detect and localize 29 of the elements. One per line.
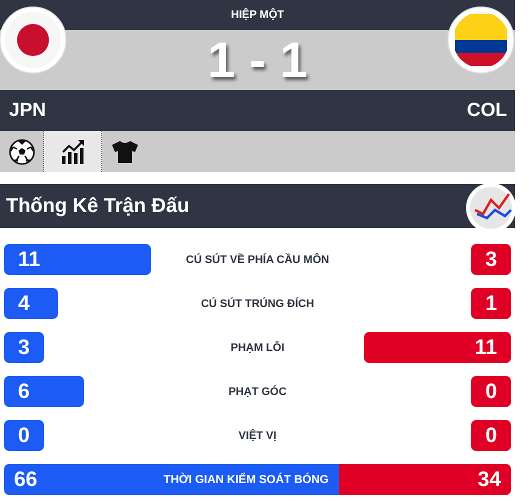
- stat-value: 66: [14, 468, 38, 492]
- soccer-ball-icon: [8, 138, 34, 164]
- stat-value: 34: [478, 468, 501, 492]
- team-code: JPN: [9, 100, 46, 122]
- away-stat-bar: 3: [470, 244, 511, 275]
- stat-label: CÚ SÚT VỀ PHÍA CẦU MÔN: [186, 254, 330, 266]
- home-stat-bar: 4: [4, 288, 58, 319]
- team-code: COL: [466, 100, 507, 122]
- shirt-icon: [111, 140, 139, 164]
- match-score: 1 - 1: [207, 31, 308, 89]
- bar-chart-icon: [60, 138, 84, 164]
- stats-title: Thống Kê Trận Đấu: [6, 194, 190, 218]
- away-stat-bar: 11: [364, 332, 511, 363]
- away-stat-bar: 0: [471, 420, 511, 451]
- stat-label: PHẠM LỖI: [230, 342, 284, 354]
- home-stat-bar: 6: [4, 376, 84, 407]
- home-stat-bar: 0: [4, 420, 44, 451]
- stat-label: VIỆT VỊ: [238, 430, 276, 442]
- away-stat-bar: 1: [471, 288, 511, 319]
- home-stat-bar: 3: [4, 332, 44, 363]
- home-stat-bar: 11: [4, 244, 152, 275]
- stat-label: CÚ SÚT TRÚNG ĐÍCH: [200, 298, 314, 310]
- flag-icon: [447, 4, 515, 76]
- tab[interactable]: [44, 131, 102, 172]
- stat-label: PHẠT GÓC: [228, 386, 287, 398]
- away-stat-bar: 0: [471, 376, 511, 407]
- stat-label: THỜI GIAN KIỂM SOÁT BÓNG: [164, 474, 329, 486]
- match-period: HIỆP MỘT: [231, 9, 284, 21]
- flag-icon: [0, 4, 67, 76]
